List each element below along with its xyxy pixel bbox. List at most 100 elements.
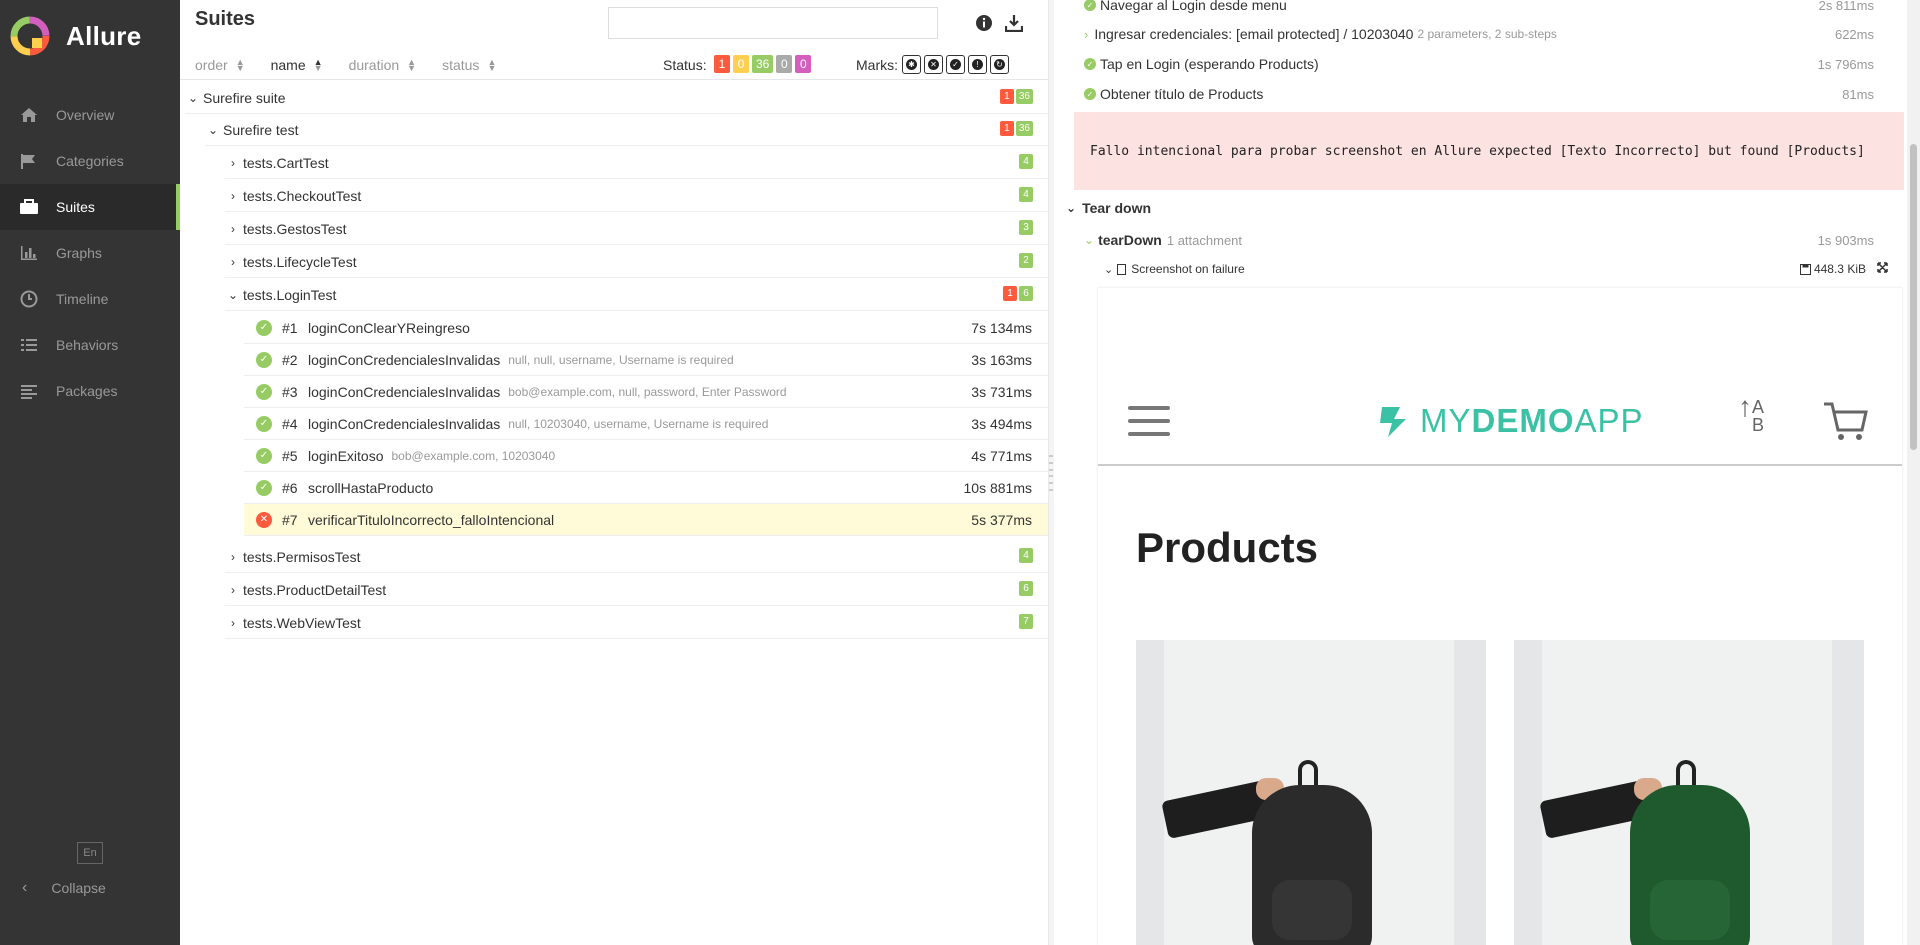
failed-count: 1 (999, 89, 1014, 104)
attachment-size: 448.3 KiB (1799, 262, 1866, 276)
step-row[interactable]: ✓ Obtener título de Products 81ms (1084, 79, 1874, 109)
failed-status-icon: ✕ (256, 511, 272, 528)
node-name: tests.WebViewTest (243, 614, 361, 631)
logo-text-end: APP (1574, 402, 1644, 439)
scrollbar-thumb[interactable] (1910, 144, 1917, 450)
step-name: Ingresar credenciales: [email protected]… (1094, 26, 1414, 42)
node-counts: 4 (1017, 154, 1033, 169)
info-icon[interactable] (974, 13, 994, 33)
node-counts: 1 36 (998, 121, 1033, 136)
sidebar-item-packages[interactable]: Packages (0, 368, 180, 414)
sidebar-item-overview[interactable]: Overview (0, 92, 180, 138)
tree-group[interactable]: › tests.LifecycleTest 2 (225, 246, 1048, 278)
teardown-step[interactable]: ⌄ tearDown 1 attachment 1s 903ms (1084, 228, 1874, 252)
sidebar-item-graphs[interactable]: Graphs (0, 230, 180, 276)
sidebar-item-label: Categories (56, 153, 124, 169)
tree-group-open[interactable]: ⌄ tests.LoginTest 16 (225, 279, 1048, 311)
marks-filter: ✱ ✕ ✓ ! ↻ (902, 55, 1012, 74)
test-row-selected[interactable]: ✕ #7 verificarTituloIncorrecto_falloInte… (244, 504, 1048, 536)
chevron-down-icon: ⌄ (1104, 263, 1114, 276)
splitter-grip-icon[interactable] (1049, 455, 1053, 491)
step-row[interactable]: ✓ Tap en Login (esperando Products) 1s 7… (1084, 49, 1874, 79)
tree-group[interactable]: › tests.GestosTest 3 (225, 213, 1048, 245)
chevron-right-icon: › (231, 254, 235, 269)
test-row[interactable]: ✓ #1 loginConClearYReingreso 7s 134ms (244, 312, 1048, 344)
step-row[interactable]: ✓ Navegar al Login desde menu 2s 811ms (1084, 0, 1874, 20)
scrollbar-track[interactable] (1907, 0, 1920, 945)
sort-label: name (270, 56, 306, 73)
bar-chart-icon (18, 244, 40, 262)
expand-icon[interactable] (1877, 262, 1888, 276)
step-duration: 622ms (1834, 26, 1874, 42)
node-name: Surefire test (223, 121, 299, 138)
allure-logo-icon (10, 16, 50, 56)
retries-mark-icon[interactable]: ↻ (990, 55, 1009, 74)
test-name: verificarTituloIncorrecto_falloIntencion… (308, 511, 555, 528)
step-sub: 1 attachment (1166, 232, 1243, 248)
home-icon (18, 106, 40, 124)
chevron-down-icon: ⌄ (207, 122, 219, 137)
sidebar-item-label: Graphs (56, 245, 102, 261)
step-duration: 1s 796ms (1817, 56, 1874, 72)
tree-group[interactable]: › tests.CheckoutTest 4 (225, 180, 1048, 212)
node-name: tests.CheckoutTest (243, 187, 362, 204)
passed-count: 4 (1019, 548, 1033, 563)
node-counts: 2 (1017, 253, 1033, 268)
status-unknown-toggle[interactable]: 0 (795, 55, 812, 73)
node-counts: 6 (1017, 581, 1033, 596)
test-name: loginConCredencialesInvalidas (308, 415, 501, 432)
cart-icon (1824, 402, 1868, 440)
passed-count: 36 (1015, 121, 1033, 136)
status-skipped-toggle[interactable]: 0 (776, 55, 793, 73)
section-title: Tear down (1082, 200, 1152, 216)
download-icon[interactable] (1004, 13, 1024, 33)
status-failed-toggle[interactable]: 1 (714, 55, 730, 73)
sort-order[interactable]: order ▲ ▼ (195, 57, 245, 73)
test-row[interactable]: ✓ #2 loginConCredencialesInvalidas null,… (244, 344, 1048, 376)
test-row[interactable]: ✓ #5 loginExitoso bob@example.com, 10203… (244, 440, 1048, 472)
step-row[interactable]: › Ingresar credenciales: [email protecte… (1084, 19, 1874, 49)
briefcase-icon (18, 198, 40, 216)
test-row[interactable]: ✓ #4 loginConCredencialesInvalidas null,… (244, 408, 1048, 440)
sort-status[interactable]: status ▲ ▼ (442, 57, 496, 73)
tree-group[interactable]: › tests.CartTest 4 (225, 147, 1048, 179)
tree-node-child[interactable]: ⌄ Surefire test 1 36 (205, 114, 1048, 146)
step-duration: 81ms (1842, 86, 1874, 102)
tree-node-root[interactable]: ⌄ Surefire suite 1 36 (185, 82, 1048, 114)
sidebar-nav: Overview Categories Suites Graphs Timeli… (0, 92, 180, 414)
status-broken-toggle[interactable]: 0 (733, 55, 749, 73)
sidebar-item-suites[interactable]: Suites (0, 184, 180, 230)
passed-status-icon: ✓ (256, 447, 272, 464)
sort-duration[interactable]: duration ▲ ▼ (349, 57, 417, 73)
step-name: Navegar al Login desde menu (1100, 0, 1287, 13)
tree-group[interactable]: › tests.PermisosTest 4 (225, 541, 1048, 573)
sidebar-item-categories[interactable]: Categories (0, 138, 180, 184)
hamburger-menu-icon (1128, 406, 1170, 436)
status-passed-toggle[interactable]: 36 (752, 55, 774, 73)
collapse-button[interactable]: ‹ Collapse (22, 879, 106, 897)
sidebar-item-label: Suites (56, 199, 95, 215)
brand[interactable]: Allure (0, 0, 180, 72)
mydemoapp-logo: MYDEMOAPP (1378, 402, 1644, 440)
search-input[interactable] (608, 7, 938, 39)
sidebar-item-timeline[interactable]: Timeline (0, 276, 180, 322)
test-row[interactable]: ✓ #3 loginConCredencialesInvalidas bob@e… (244, 376, 1048, 408)
sort-name[interactable]: name ▲ ▼ (271, 57, 323, 73)
test-row[interactable]: ✓ #6 scrollHastaProducto 10s 881ms (244, 472, 1048, 504)
sort-glyph-top: A (1752, 397, 1765, 417)
tree-group[interactable]: › tests.ProductDetailTest 6 (225, 574, 1048, 606)
step-name: Tap en Login (esperando Products) (1100, 56, 1319, 72)
step-sub: 2 parameters, 2 sub-steps (1417, 27, 1557, 41)
new-failed-mark-icon[interactable]: ✕ (924, 55, 943, 74)
attachment-row[interactable]: ⌄ Screenshot on failure 448.3 KiB (1104, 258, 1888, 280)
test-params: bob@example.com, 10203040 (391, 448, 556, 463)
new-broken-mark-icon[interactable]: ! (968, 55, 987, 74)
teardown-section-toggle[interactable]: ⌄ Tear down (1066, 200, 1151, 216)
tree-group[interactable]: › tests.WebViewTest 7 (225, 607, 1048, 639)
node-name: tests.GestosTest (243, 220, 347, 237)
sidebar-item-behaviors[interactable]: Behaviors (0, 322, 180, 368)
flaky-mark-icon[interactable]: ✱ (902, 55, 921, 74)
language-switcher[interactable]: En (77, 842, 103, 864)
sort-label: status (442, 56, 480, 73)
new-passed-mark-icon[interactable]: ✓ (946, 55, 965, 74)
